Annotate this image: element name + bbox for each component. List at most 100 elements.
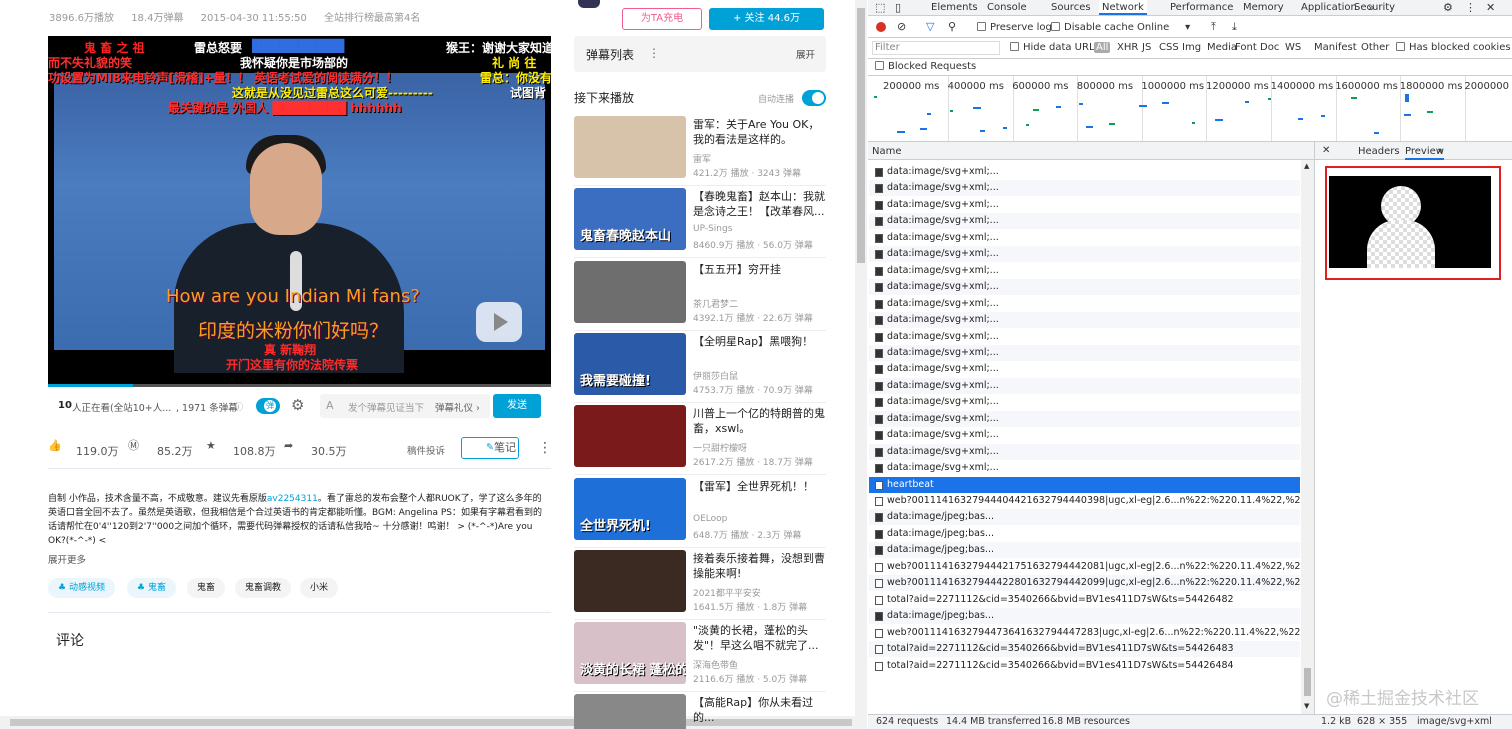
- progress-bar[interactable]: [48, 384, 551, 387]
- recommend-uploader[interactable]: 2021都平平安安: [693, 586, 761, 599]
- tab-sources[interactable]: Sources: [1051, 0, 1091, 15]
- scrollbar-thumb[interactable]: [857, 8, 865, 263]
- rank-info[interactable]: 全站排行榜最高第4名: [324, 13, 420, 24]
- request-row[interactable]: data:image/svg+xml;...: [869, 410, 1300, 427]
- info-icon[interactable]: ⓘ: [234, 400, 243, 413]
- more-icon[interactable]: ⋮: [538, 440, 552, 456]
- font-icon[interactable]: A: [326, 399, 334, 412]
- request-row[interactable]: data:image/svg+xml;...: [869, 361, 1300, 377]
- blocked-cookies-option[interactable]: Has blocked cookies: [1396, 42, 1511, 53]
- expand-description[interactable]: 展开更多: [48, 552, 86, 566]
- recommend-thumbnail[interactable]: [574, 116, 686, 178]
- autoplay-toggle[interactable]: [802, 90, 826, 106]
- request-row[interactable]: data:image/jpeg;bas...: [869, 526, 1300, 542]
- request-row[interactable]: data:image/svg+xml;...: [869, 197, 1300, 213]
- recommend-uploader[interactable]: 茶几君梦二: [693, 297, 738, 310]
- request-row[interactable]: data:image/svg+xml;...: [869, 279, 1300, 296]
- coin-icon[interactable]: Ⓜ: [128, 436, 150, 456]
- request-row[interactable]: data:image/svg+xml;...: [869, 329, 1300, 345]
- filter-icon[interactable]: ▽: [926, 20, 934, 33]
- page-scrollbar[interactable]: [855, 0, 867, 729]
- type-filter-js[interactable]: JS: [1142, 42, 1151, 53]
- throttling-select[interactable]: Online ▾: [1137, 22, 1190, 33]
- tab-headers[interactable]: Headers: [1358, 146, 1400, 157]
- disable-cache-option[interactable]: Disable cache: [1051, 22, 1134, 33]
- request-row[interactable]: data:image/jpeg;bas...: [869, 509, 1300, 526]
- close-icon[interactable]: ✕: [1322, 145, 1330, 156]
- etiquette-link[interactable]: 弹幕礼仪 ›: [435, 400, 480, 414]
- danmaku-input[interactable]: A 发个弹幕见证当下 弹幕礼仪 ›: [320, 394, 490, 418]
- hide-data-urls-option[interactable]: Hide data URLs: [1010, 42, 1100, 53]
- expand-danmaku-list[interactable]: 展开: [796, 47, 815, 61]
- tab-performance[interactable]: Performance: [1170, 0, 1233, 15]
- more-tabs-icon[interactable]: »: [1368, 0, 1375, 15]
- export-icon[interactable]: ⤓: [1232, 20, 1237, 34]
- request-row[interactable]: data:image/svg+xml;...: [869, 460, 1300, 476]
- request-row[interactable]: data:image/svg+xml;...: [869, 427, 1300, 443]
- favorite-icon[interactable]: ★: [206, 436, 228, 456]
- request-list-scrollbar[interactable]: ▲ ▼: [1301, 160, 1314, 714]
- tab-application[interactable]: Application: [1301, 0, 1357, 15]
- blocked-requests-option[interactable]: Blocked Requests: [875, 61, 976, 72]
- tab-memory[interactable]: Memory: [1243, 0, 1284, 15]
- type-filter-all[interactable]: All: [1094, 42, 1111, 53]
- recommend-uploader[interactable]: 一只甜柠檬呀: [693, 441, 747, 454]
- tab-console[interactable]: Console: [987, 0, 1027, 15]
- recommend-item[interactable]: 鬼畜春晚赵本山 【春晚鬼畜】赵本山：我就是念诗之王！【改革春风... UP-Sing…: [574, 188, 826, 252]
- recommend-thumbnail[interactable]: [574, 694, 686, 729]
- hide-data-urls-checkbox[interactable]: [1010, 42, 1019, 51]
- record-icon[interactable]: [876, 22, 886, 32]
- recommend-item[interactable]: 【五五开】穷开挂 茶几君梦二 4392.1万 播放 · 22.6万 弹幕: [574, 260, 828, 325]
- danmaku-settings-icon[interactable]: ⚙: [291, 396, 304, 414]
- request-row[interactable]: data:image/svg+xml;...: [869, 246, 1300, 263]
- danmaku-toggle[interactable]: 弹: [256, 398, 280, 414]
- clear-icon[interactable]: ⊘: [897, 20, 906, 33]
- more-tabs-icon[interactable]: »: [1437, 144, 1444, 157]
- recommend-title[interactable]: 【五五开】穷开挂: [693, 262, 828, 277]
- request-row[interactable]: data:image/svg+xml;...: [869, 180, 1300, 197]
- video-player[interactable]: 鬼 畜 之 祖 雷总怒要 ██████████ 猴王：谢谢大家知道 而不失礼貌的…: [48, 36, 551, 386]
- preserve-log-checkbox[interactable]: [977, 22, 986, 31]
- more-icon[interactable]: ⋮: [648, 46, 660, 60]
- close-icon[interactable]: ✕: [1486, 0, 1495, 15]
- blocked-cookies-checkbox[interactable]: [1396, 42, 1405, 51]
- type-filter-manifest[interactable]: Manifest: [1314, 42, 1357, 53]
- recommend-thumbnail[interactable]: [574, 405, 686, 468]
- request-row[interactable]: data:image/svg+xml;...: [869, 164, 1300, 180]
- tab-elements[interactable]: Elements: [931, 0, 978, 15]
- scroll-down-icon[interactable]: ▼: [1304, 702, 1309, 710]
- recommend-title[interactable]: 【雷军】全世界死机！！: [693, 479, 828, 494]
- scroll-up-icon[interactable]: ▲: [1304, 162, 1309, 170]
- network-overview[interactable]: 200000 ms 400000 ms 600000 ms 800000 ms 1000…: [868, 76, 1512, 141]
- report-link[interactable]: 稿件投诉: [407, 443, 445, 457]
- request-row[interactable]: web?001114163279444217516327944420​81|ug…: [869, 559, 1300, 575]
- recommend-title[interactable]: 川普上一个亿的特朗普的鬼畜，xswl。: [693, 406, 828, 436]
- request-row[interactable]: data:image/svg+xml;...: [869, 312, 1300, 329]
- device-toggle-icon[interactable]: ▯: [895, 0, 901, 15]
- recommend-uploader[interactable]: 深海色带鱼: [693, 658, 738, 671]
- recommend-title[interactable]: "淡黄的长裙，蓬松的头发"！早这么唱不就完了...: [693, 623, 828, 653]
- tag-item[interactable]: 鬼畜: [187, 578, 226, 598]
- type-filter-ws[interactable]: WS: [1285, 42, 1301, 53]
- request-row[interactable]: web?001114163279447364163279444728​3|ugc…: [869, 625, 1300, 641]
- type-filter-xhr[interactable]: XHR: [1117, 42, 1138, 53]
- recommend-item[interactable]: 全世界死机! 【雷军】全世界死机！！ OELoop 648.7万 播放 · 2.3万 …: [574, 477, 828, 542]
- type-filter-css[interactable]: CSS: [1159, 42, 1179, 53]
- recommend-thumbnail[interactable]: 我需要碰撞!: [574, 332, 686, 395]
- import-icon[interactable]: ⤒: [1211, 20, 1216, 34]
- request-row[interactable]: data:image/jpeg;bas...: [869, 608, 1300, 625]
- recommend-uploader[interactable]: UP-Sings: [693, 224, 732, 234]
- recommend-uploader[interactable]: OELoop: [693, 514, 727, 524]
- tag-item[interactable]: 鬼畜调教: [235, 578, 292, 598]
- settings-icon[interactable]: ⚙: [1443, 0, 1453, 15]
- recommend-uploader[interactable]: 伊丽莎白鼠: [693, 369, 738, 382]
- tag-item[interactable]: ♣ 鬼畜: [127, 578, 176, 598]
- recommend-title[interactable]: 接着奏乐接着舞，没想到曹操能来啊!: [693, 551, 828, 581]
- recommend-item[interactable]: 雷军：关于Are You OK，我的看法是这样的。 雷军 421.2万 播放 · 3…: [574, 116, 826, 180]
- recommend-item[interactable]: 川普上一个亿的特朗普的鬼畜，xswl。 一只甜柠檬呀 2617.2万 播放 · 18…: [574, 405, 826, 469]
- name-column-header[interactable]: Name: [872, 146, 902, 157]
- preserve-log-option[interactable]: Preserve log: [977, 22, 1052, 33]
- recommend-thumbnail[interactable]: 淡黄的长裙 蓬松的头发: [574, 622, 686, 685]
- recommend-item[interactable]: 我需要碰撞! 【全明星Rap】黑喂狗！ 伊丽莎白鼠 4753.7万 播放 · 70.9…: [574, 332, 826, 397]
- recommend-item[interactable]: 接着奏乐接着舞，没想到曹操能来啊! 2021都平平安安 1641.5万 播放 · 1…: [574, 549, 828, 614]
